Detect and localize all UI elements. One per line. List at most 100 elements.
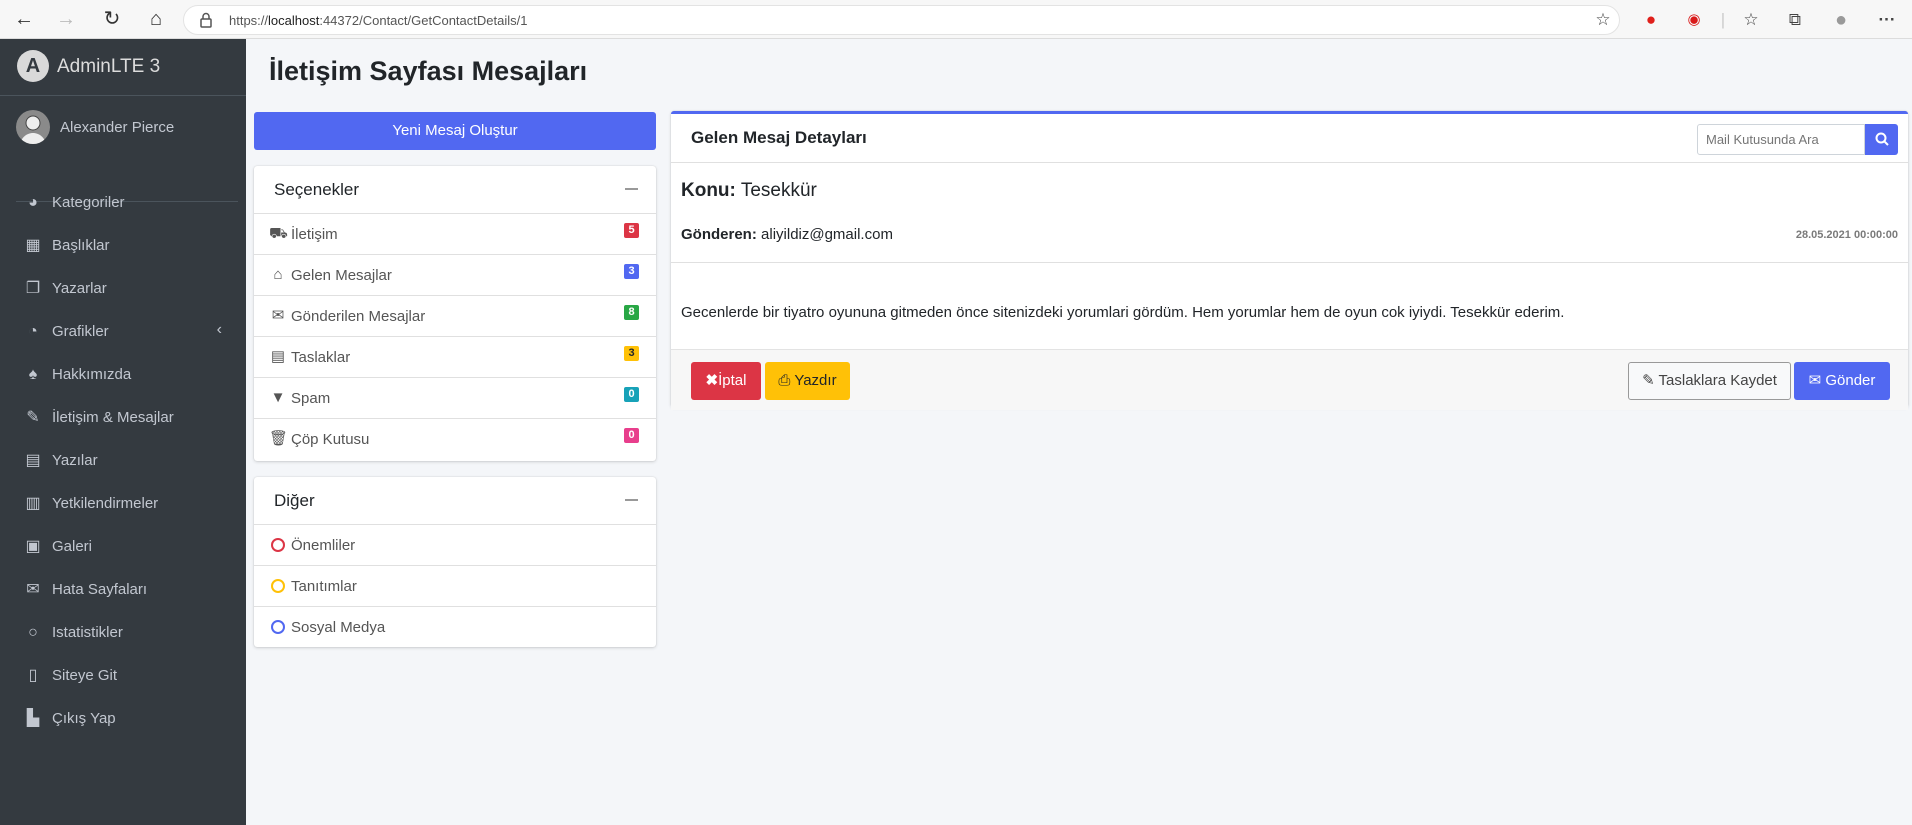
search-icon [1875,132,1889,146]
folder-gonderilen-mesajlar[interactable]: ✉ Gönderilen Mesajlar 8 [254,296,656,337]
folder-taslaklar[interactable]: ▤ Taslaklar 3 [254,337,656,378]
brand-link[interactable]: A AdminLTE 3 [0,39,246,96]
folder-gelen-mesajlar[interactable]: ⌂ Gelen Mesajlar 3 [254,255,656,296]
calendar-icon: ▥ [25,495,41,512]
avatar [16,110,50,144]
mailbox-search-input[interactable] [1697,124,1865,155]
save-draft-button[interactable]: ✎ Taslaklara Kaydet [1628,362,1791,400]
pie-chart-icon: ◔ [28,323,38,340]
sidebar-item-kategoriler[interactable]: ◕ Kategoriler [0,183,246,223]
forward-icon[interactable]: → [53,8,79,32]
folder-label: Taslaklar [291,349,351,366]
folder-iletisim[interactable]: ⛟ İletişim 5 [254,214,656,255]
folder-spam[interactable]: ▼ Spam 0 [254,378,656,419]
message-actions: ✖İptal ⎙ Yazdır ✎ Taslaklara Kaydet ✉ Gö… [671,349,1908,410]
sidebar-item-yetkilendirmeler[interactable]: ▥ Yetkilendirmeler [0,484,246,524]
user-name: Alexander Pierce [60,119,175,136]
browser-toolbar: ← → ↻ ⌂ https://localhost:44372/Contact/… [0,0,1912,39]
sidebar: A AdminLTE 3 Alexander Pierce ◕ Kategori… [0,39,246,825]
folder-cop-kutusu[interactable]: 🗑 Çöp Kutusu 0 [254,419,656,460]
collections-icon[interactable]: ⧉ [1784,9,1806,31]
label-text: Sosyal Medya [291,619,386,636]
divider [671,262,1908,263]
sidebar-item-label: Kategoriler [52,194,125,211]
home-icon[interactable]: ⌂ [143,8,169,32]
refresh-icon[interactable]: ↻ [99,8,125,32]
search-button[interactable] [1865,124,1898,155]
print-label: Yazdır [794,372,837,389]
folder-label: İletişim [291,226,338,243]
filter-icon: ▼ [270,389,286,406]
brand-logo-icon: A [17,50,49,82]
sidebar-item-hakkimizda[interactable]: ♠ Hakkımızda [0,355,246,395]
send-button[interactable]: ✉ Gönder [1794,362,1890,400]
profile-icon[interactable]: ● [1830,9,1852,31]
sidebar-item-label: Yazarlar [52,280,107,297]
lock-icon [200,12,212,28]
count-badge: 0 [624,428,639,443]
url-text: https://localhost:44372/Contact/GetConta… [229,13,527,28]
envelope-icon: ✉ [1808,372,1826,389]
sidebar-item-label: Hata Sayfaları [52,581,148,598]
circle-icon [269,536,287,554]
other-card-title: Diğer [274,491,315,510]
truck-icon: ⛟ [269,225,288,242]
label-sosyal-medya[interactable]: Sosyal Medya [254,607,656,648]
more-menu-icon[interactable]: ··· [1876,9,1898,31]
collapse-icon[interactable] [625,188,638,190]
trash-icon: 🗑 [269,430,289,447]
print-icon: ⎙ [778,372,795,389]
favorite-add-icon[interactable]: ☆ [1592,9,1614,31]
cancel-button[interactable]: ✖İptal [691,362,761,400]
sidebar-item-label: Çıkış Yap [52,710,116,727]
count-badge: 5 [624,223,639,238]
sidebar-item-yazarlar[interactable]: ❐ Yazarlar [0,269,246,309]
sidebar-item-galeri[interactable]: ▣ Galeri [0,527,246,567]
count-badge: 3 [624,346,639,361]
sender-label: Gönderen: [681,226,757,243]
message-date: 28.05.2021 00:00:00 [1795,229,1898,241]
message-body: Gecenlerde bir tiyatro oyununa gitmeden … [681,304,1565,321]
back-icon[interactable]: ← [11,8,37,32]
url-scheme: https:// [229,13,269,28]
sidebar-item-cikis-yap[interactable]: ▙ Çıkış Yap [0,699,246,739]
options-card-header: Seçenekler [254,166,656,214]
address-bar[interactable]: https://localhost:44372/Contact/GetConta… [183,5,1620,35]
tree-icon: ♠ [28,366,38,383]
collapse-icon[interactable] [625,499,638,501]
sidebar-item-yazilar[interactable]: ▤ Yazılar [0,441,246,481]
sidebar-item-basliklar[interactable]: ▦ Başlıklar [0,226,246,266]
label-tanitimlar[interactable]: Tanıtımlar [254,566,656,607]
favorites-icon[interactable]: ☆ [1740,9,1762,31]
label-onemliler[interactable]: Önemliler [254,525,656,566]
sidebar-item-istatistikler[interactable]: ○ Istatistikler [0,613,246,653]
opera-extension-icon[interactable]: ● [1640,9,1662,31]
sidebar-item-siteye-git[interactable]: ▯ Siteye Git [0,656,246,696]
door-icon: ▙ [26,710,40,727]
chevron-left-icon: ‹ [216,321,222,338]
sidebar-item-iletisim-mesajlar[interactable]: ✎ İletişim & Mesajlar [0,398,246,438]
sidebar-item-grafikler[interactable]: ◔ Grafikler ‹ [0,312,246,352]
sidebar-item-label: Grafikler [52,323,109,340]
print-button[interactable]: ⎙ Yazdır [765,362,850,400]
sidebar-item-hata-sayfalari[interactable]: ✉ Hata Sayfaları [0,570,246,610]
copy-icon: ❐ [25,280,41,297]
cancel-label: İptal [718,372,747,389]
mega-extension-icon[interactable]: ◉ [1683,9,1705,31]
envelope-icon: ✉ [26,581,40,598]
grid-icon: ▦ [25,237,41,254]
new-message-button[interactable]: Yeni Mesaj Oluştur [254,112,656,150]
folder-label: Gelen Mesajlar [291,267,392,284]
options-card: Seçenekler ⛟ İletişim 5 ⌂ Gelen Mesajlar… [254,166,656,461]
label-text: Tanıtımlar [291,578,357,595]
count-badge: 8 [624,305,639,320]
options-card-title: Seçenekler [274,180,360,199]
edit-icon: ✎ [26,409,40,426]
sender-value: aliyildiz@gmail.com [761,226,893,243]
circle-icon [269,618,287,636]
file-text-icon: ▤ [270,348,286,365]
sidebar-item-label: Yazılar [52,452,98,469]
pencil-icon: ✎ [1642,372,1659,389]
dashboard-icon: ◕ [28,194,38,211]
label-text: Önemliler [291,537,356,554]
